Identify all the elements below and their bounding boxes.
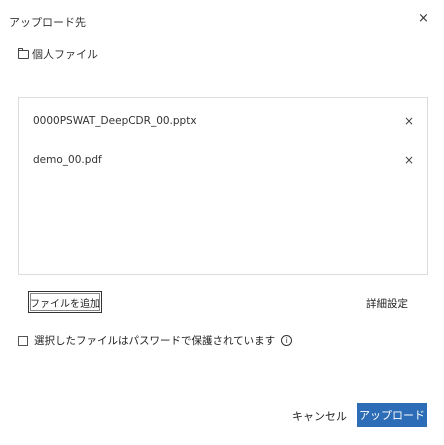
upload-button[interactable]: アップロード — [357, 403, 427, 427]
close-icon[interactable]: × — [418, 12, 429, 26]
destination-label: 個人ファイル — [32, 48, 98, 61]
cancel-button[interactable]: キャンセル — [292, 408, 347, 424]
destination-selector[interactable]: 個人ファイル — [18, 46, 98, 62]
file-name: 0000PSWAT_DeepCDR_00.pptx — [33, 115, 197, 127]
dialog-title: アップロード先 — [9, 16, 86, 29]
list-item: demo_00.pdf × — [33, 151, 415, 169]
remove-file-icon[interactable]: × — [403, 114, 415, 128]
remove-file-icon[interactable]: × — [403, 153, 415, 167]
list-item: 0000PSWAT_DeepCDR_00.pptx × — [33, 112, 415, 130]
add-file-button[interactable]: ファイルを追加 — [28, 291, 102, 313]
file-list: 0000PSWAT_DeepCDR_00.pptx × demo_00.pdf … — [18, 97, 428, 275]
advanced-settings-link[interactable]: 詳細設定 — [366, 296, 408, 311]
password-protected-label: 選択したファイルはパスワードで保護されています — [34, 335, 276, 347]
password-protected-option: 選択したファイルはパスワードで保護されています i — [18, 333, 293, 348]
file-name: demo_00.pdf — [33, 154, 102, 166]
password-protected-checkbox[interactable] — [18, 335, 28, 346]
info-icon[interactable]: i — [281, 335, 293, 346]
folder-icon — [18, 47, 29, 59]
